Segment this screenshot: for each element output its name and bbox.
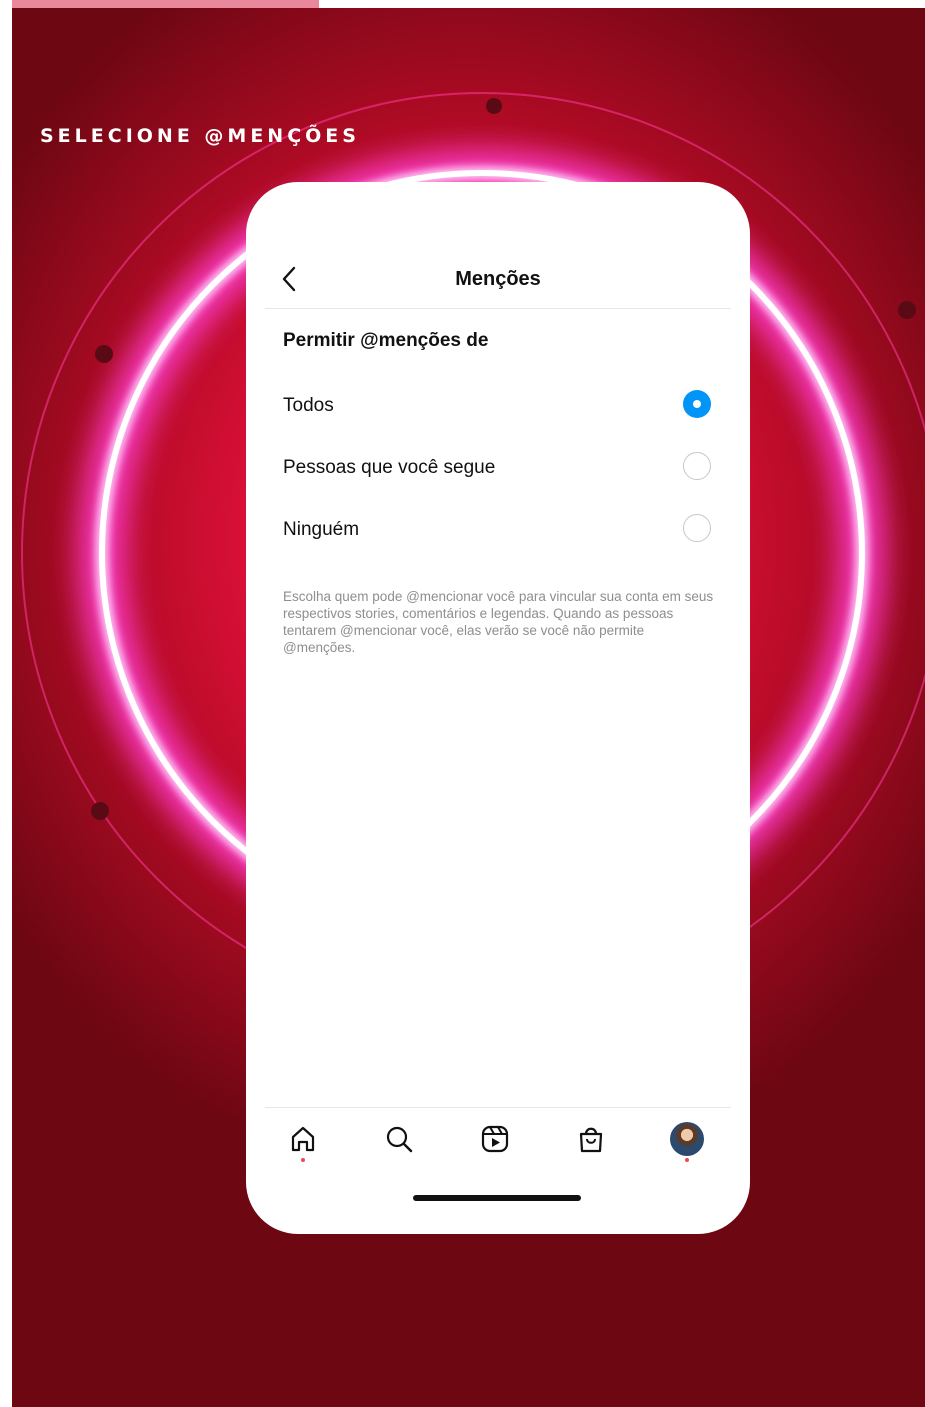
caption-title: SELECIONE @MENÇÕES — [40, 125, 360, 147]
notification-dot — [301, 1158, 305, 1162]
home-indicator — [413, 1195, 581, 1201]
nav-header: Menções — [265, 252, 731, 309]
option-label: Ninguém — [283, 519, 360, 540]
search-icon — [386, 1126, 413, 1153]
bottom-tab-bar — [265, 1107, 731, 1180]
tab-shop[interactable] — [571, 1120, 611, 1168]
canvas: SELECIONE @MENÇÕES Menções Permitir @men… — [0, 0, 925, 1407]
section-title: Permitir @menções de — [283, 330, 489, 351]
app-screen: Menções Permitir @menções de Todos Pesso… — [265, 252, 731, 1212]
radio-unselected[interactable] — [683, 452, 711, 480]
reels-icon — [481, 1125, 509, 1153]
phone-frame: Menções Permitir @menções de Todos Pesso… — [246, 182, 750, 1234]
radio-selected[interactable] — [683, 390, 711, 418]
option-label: Todos — [283, 395, 334, 416]
page-title: Menções — [455, 268, 541, 290]
radio-unselected[interactable] — [683, 514, 711, 542]
home-icon — [291, 1126, 315, 1152]
tab-profile[interactable] — [667, 1120, 707, 1168]
tab-search[interactable] — [379, 1120, 419, 1168]
notification-dot — [685, 1158, 689, 1162]
option-pessoas-que-voce-segue[interactable]: Pessoas que você segue — [265, 444, 731, 494]
top-accent-bar — [12, 0, 319, 8]
option-ninguem[interactable]: Ninguém — [265, 506, 731, 556]
profile-avatar — [670, 1122, 704, 1156]
option-label: Pessoas que você segue — [283, 457, 496, 478]
tab-home[interactable] — [283, 1120, 323, 1168]
shop-icon — [579, 1127, 603, 1153]
tab-reels[interactable] — [475, 1120, 515, 1168]
option-todos[interactable]: Todos — [265, 382, 731, 432]
help-text: Escolha quem pode @mencionar você para v… — [283, 589, 714, 655]
